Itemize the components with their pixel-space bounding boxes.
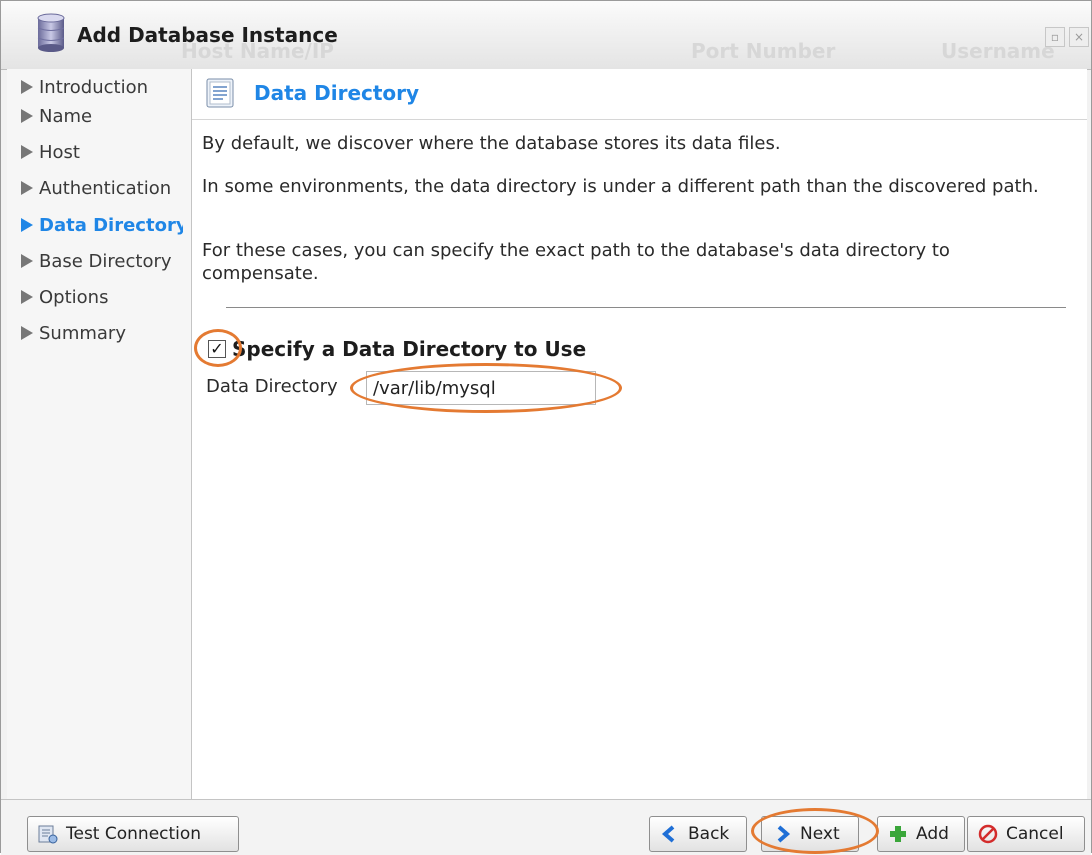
chevron-right-icon <box>21 254 33 268</box>
add-plus-icon <box>890 826 906 842</box>
next-button[interactable]: Next <box>761 816 859 852</box>
background-column-username: Username <box>941 39 1055 63</box>
description-default: By default, we discover where the databa… <box>202 133 781 154</box>
window-title: Add Database Instance <box>77 23 338 47</box>
sidebar-item-data-directory[interactable]: Data Directory <box>21 211 183 241</box>
chevron-right-icon <box>21 181 33 195</box>
data-directory-input[interactable] <box>366 371 596 405</box>
test-connection-button[interactable]: Test Connection <box>27 816 239 852</box>
dialog-footer: Test Connection Back Next Add Cancel <box>1 799 1091 855</box>
cancel-icon <box>978 824 998 844</box>
section-title: Data Directory <box>254 81 420 105</box>
sidebar-item-authentication[interactable]: Authentication <box>21 174 183 204</box>
section-header: Data Directory <box>192 69 1087 120</box>
sidebar-item-name[interactable]: Name <box>21 102 183 132</box>
database-icon <box>37 13 65 52</box>
back-button[interactable]: Back <box>649 816 747 852</box>
wizard-steps-sidebar: Introduction Name Host Authentication Da… <box>7 69 192 799</box>
maximize-button[interactable]: ▫ <box>1045 27 1065 47</box>
title-bar: Host Name/IP Port Number Username Add Da… <box>1 1 1091 70</box>
specify-data-directory-checkbox[interactable]: ✓ <box>208 340 226 358</box>
divider <box>226 307 1066 308</box>
description-environments: In some environments, the data directory… <box>202 176 1039 197</box>
sidebar-item-host[interactable]: Host <box>21 138 183 168</box>
cancel-button[interactable]: Cancel <box>967 816 1085 852</box>
document-list-icon <box>206 78 234 108</box>
close-button[interactable]: × <box>1069 27 1089 47</box>
chevron-left-icon <box>661 825 675 843</box>
chevron-right-icon <box>21 218 33 232</box>
test-connection-icon <box>38 825 58 844</box>
sidebar-item-base-directory[interactable]: Base Directory <box>21 247 183 277</box>
description-cases: For these cases, you can specify the exa… <box>202 240 950 284</box>
chevron-right-icon <box>21 145 33 159</box>
chevron-right-icon <box>777 825 791 843</box>
sidebar-item-options[interactable]: Options <box>21 283 183 313</box>
sidebar-item-introduction[interactable]: Introduction <box>21 73 183 103</box>
specify-data-directory-label: Specify a Data Directory to Use <box>232 337 587 361</box>
chevron-right-icon <box>21 290 33 304</box>
background-column-port: Port Number <box>691 39 836 63</box>
add-database-instance-dialog: Host Name/IP Port Number Username Add Da… <box>0 0 1092 855</box>
chevron-right-icon <box>21 80 33 94</box>
data-directory-label: Data Directory <box>206 376 338 397</box>
chevron-right-icon <box>21 326 33 340</box>
add-button[interactable]: Add <box>877 816 965 852</box>
sidebar-item-summary[interactable]: Summary <box>21 319 183 349</box>
main-panel: Data Directory By default, we discover w… <box>192 69 1087 799</box>
chevron-right-icon <box>21 109 33 123</box>
